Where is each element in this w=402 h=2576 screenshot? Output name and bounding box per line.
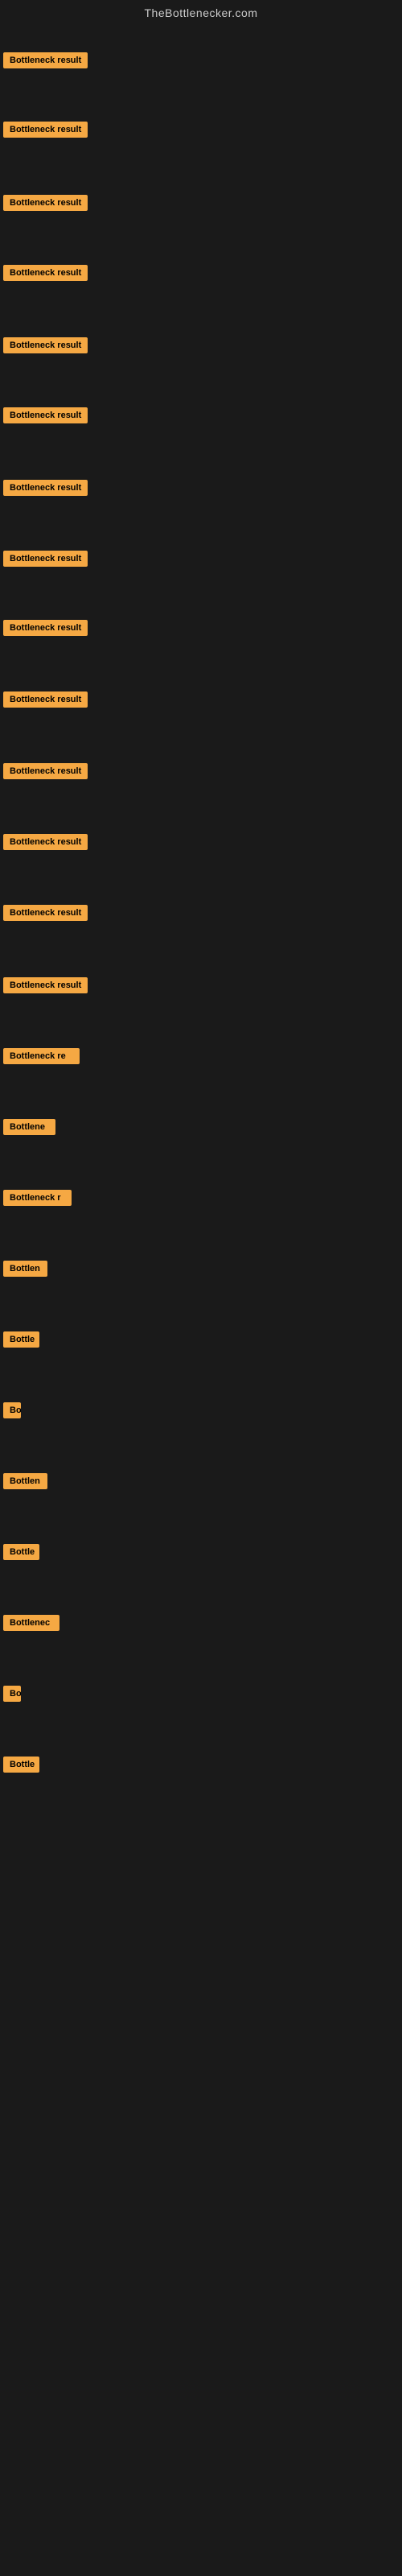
list-item: Bottleneck result — [3, 122, 88, 142]
page-container: TheBottlenecker.com Bottleneck resultBot… — [0, 0, 402, 2576]
site-title: TheBottlenecker.com — [0, 0, 402, 23]
list-item: Bottleneck result — [3, 480, 88, 500]
bottleneck-badge[interactable]: Bottlen — [3, 1473, 47, 1489]
list-item: Bo — [3, 1686, 21, 1706]
list-item: Bottleneck result — [3, 337, 88, 357]
bottleneck-badge[interactable]: Bottlene — [3, 1119, 55, 1135]
list-item: Bo — [3, 1402, 21, 1422]
list-item: Bottlene — [3, 1119, 55, 1139]
bottleneck-badge[interactable]: Bottlen — [3, 1261, 47, 1277]
bottleneck-badge[interactable]: Bottleneck result — [3, 337, 88, 353]
list-item: Bottlen — [3, 1261, 47, 1281]
bottleneck-badge[interactable]: Bottle — [3, 1544, 39, 1560]
bottleneck-badge[interactable]: Bottleneck result — [3, 265, 88, 281]
bottleneck-badge[interactable]: Bottlenec — [3, 1615, 59, 1631]
list-item: Bottleneck result — [3, 763, 88, 783]
items-container: Bottleneck result Bottleneck result Bottle… — [0, 23, 402, 1874]
bottleneck-badge[interactable]: Bottleneck result — [3, 52, 88, 68]
bottleneck-badge[interactable]: Bottleneck result — [3, 834, 88, 850]
bottleneck-badge[interactable]: Bottleneck result — [3, 551, 88, 567]
bottleneck-badge[interactable]: Bottleneck result — [3, 763, 88, 779]
list-item: Bottlen — [3, 1473, 47, 1493]
list-item: Bottleneck result — [3, 551, 88, 571]
bottleneck-badge[interactable]: Bottleneck r — [3, 1190, 72, 1206]
bottleneck-badge[interactable]: Bottleneck result — [3, 905, 88, 921]
bottleneck-badge[interactable]: Bottleneck result — [3, 620, 88, 636]
list-item: Bottleneck result — [3, 691, 88, 712]
bottleneck-badge[interactable]: Bottleneck result — [3, 195, 88, 211]
bottleneck-badge[interactable]: Bottle — [3, 1757, 39, 1773]
list-item: Bottlenec — [3, 1615, 59, 1635]
list-item: Bottleneck result — [3, 195, 88, 215]
list-item: Bottleneck result — [3, 52, 88, 72]
bottleneck-badge[interactable]: Bottleneck re — [3, 1048, 80, 1064]
bottleneck-badge[interactable]: Bottleneck result — [3, 407, 88, 423]
bottleneck-badge[interactable]: Bottle — [3, 1331, 39, 1348]
list-item: Bottle — [3, 1757, 39, 1777]
bottleneck-badge[interactable]: Bo — [3, 1402, 21, 1418]
list-item: Bottleneck result — [3, 407, 88, 427]
bottleneck-badge[interactable]: Bottleneck result — [3, 977, 88, 993]
bottleneck-badge[interactable]: Bo — [3, 1686, 21, 1702]
bottleneck-badge[interactable]: Bottleneck result — [3, 122, 88, 138]
list-item: Bottleneck result — [3, 834, 88, 854]
bottleneck-badge[interactable]: Bottleneck result — [3, 691, 88, 708]
list-item: Bottle — [3, 1331, 39, 1352]
list-item: Bottle — [3, 1544, 39, 1564]
list-item: Bottleneck result — [3, 265, 88, 285]
bottleneck-badge[interactable]: Bottleneck result — [3, 480, 88, 496]
list-item: Bottleneck r — [3, 1190, 72, 1210]
list-item: Bottleneck re — [3, 1048, 80, 1068]
list-item: Bottleneck result — [3, 905, 88, 925]
list-item: Bottleneck result — [3, 977, 88, 997]
list-item: Bottleneck result — [3, 620, 88, 640]
